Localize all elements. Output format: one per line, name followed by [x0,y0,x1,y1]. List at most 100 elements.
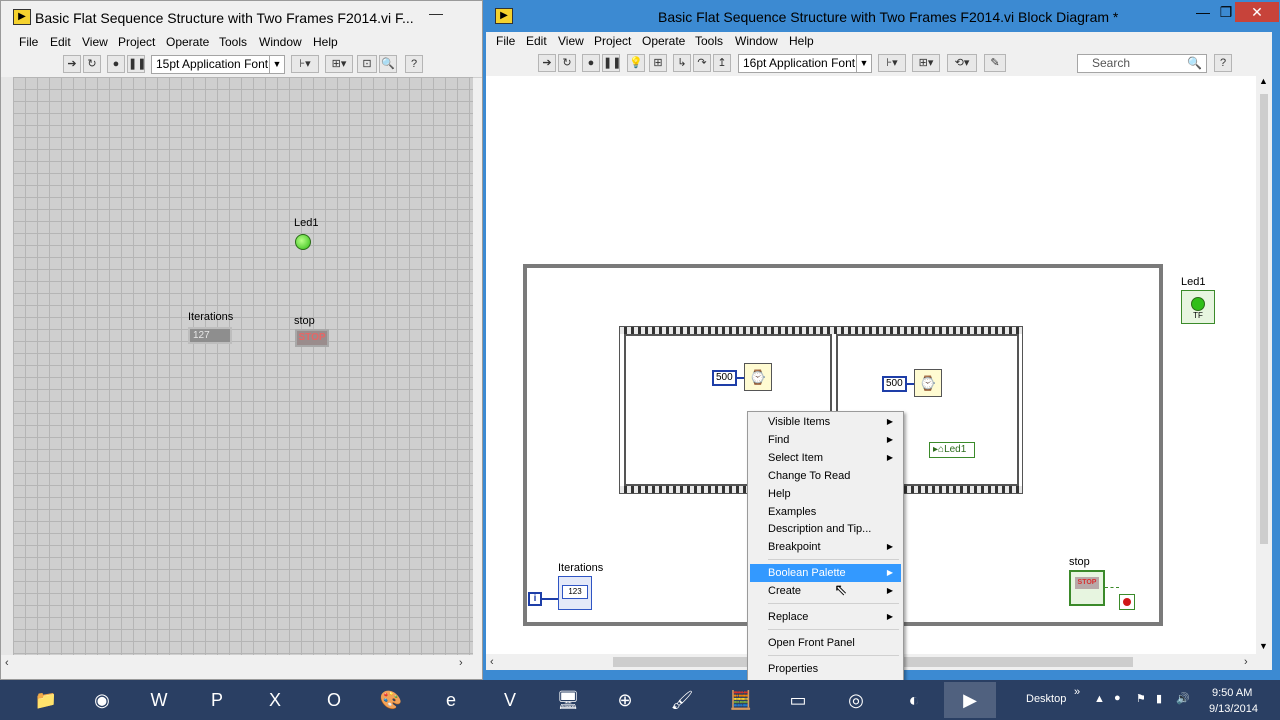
abort-icon[interactable]: ● [582,54,600,72]
cleanup-diagram-icon[interactable]: ✎ [984,54,1006,72]
stop-terminal[interactable]: STOP [1069,570,1105,606]
outlook-icon[interactable]: O [308,682,360,718]
menu-file[interactable]: File [19,35,38,49]
run-arrow-icon[interactable]: ➔ [63,55,81,73]
visio-icon[interactable]: V [484,682,536,718]
distribute-objects-icon[interactable]: ⊞▾ [325,55,353,73]
menu-view[interactable]: View [82,35,108,49]
run-continuously-icon[interactable]: ↻ [558,54,576,72]
wait-ms-constant-1[interactable]: 500 [712,370,737,386]
menu-project[interactable]: Project [118,35,155,49]
pause-icon[interactable]: ❚❚ [602,54,621,72]
abort-icon[interactable]: ● [107,55,125,73]
highlight-execution-icon[interactable]: 💡 [627,54,645,72]
volume-icon[interactable]: 🔊 [1176,692,1190,705]
menu-edit[interactable]: Edit [50,35,71,49]
distribute-objects-icon[interactable]: ⊞▾ [912,54,940,72]
stop-button[interactable]: STOP [295,329,329,347]
menu-item-create[interactable]: Create ▶ [750,582,901,600]
menu-item-find[interactable]: Find ▶ [750,431,901,449]
menu-operate[interactable]: Operate [642,34,685,48]
excel-icon[interactable]: X [249,682,301,718]
desktop-toolbar-label[interactable]: Desktop [1026,693,1066,705]
menu-view[interactable]: View [558,34,584,48]
iterations-indicator[interactable]: 127 [188,327,232,344]
menu-edit[interactable]: Edit [526,34,547,48]
menu-item-boolean-palette[interactable]: Boolean Palette ▶ [750,564,901,582]
scroll-left-icon[interactable]: ‹ [5,655,9,671]
show-hidden-icons-icon[interactable]: ▲ [1094,693,1105,705]
led1-indicator[interactable] [295,234,311,250]
scroll-left-icon[interactable]: ‹ [490,654,494,670]
green-app-icon[interactable]: ◐ [888,682,940,718]
menu-project[interactable]: Project [594,34,631,48]
font-selector[interactable]: 16pt Application Font ▼ [738,54,872,73]
network-icon[interactable]: ⊕ [599,682,651,718]
menu-item-open-front-panel[interactable]: Open Front Panel [750,634,901,652]
chrome-icon[interactable]: ◎ [830,682,882,718]
led1-terminal[interactable]: TF [1181,290,1215,324]
file-explorer-icon[interactable]: 📁 [20,682,72,718]
battery-app-icon[interactable]: ▭ [772,682,824,718]
menu-item-help[interactable]: Help [750,485,901,503]
wait-ms-function-2[interactable]: ⌚ [914,369,942,397]
block-diagram-titlebar[interactable]: ▶ Basic Flat Sequence Structure with Two… [483,0,1280,32]
powerpoint-icon[interactable]: P [191,682,243,718]
help-icon[interactable]: ? [1214,54,1232,72]
magnifier-icon[interactable]: 🔍 [379,55,397,73]
remote-desktop-icon[interactable]: 🖥 [542,682,594,718]
menu-window[interactable]: Window [259,35,302,49]
scroll-down-icon[interactable]: ▼ [1259,641,1268,651]
scroll-right-icon[interactable]: › [459,655,463,671]
menu-item-examples[interactable]: Examples [750,503,901,521]
wait-ms-function-1[interactable]: ⌚ [744,363,772,391]
paint-icon[interactable]: 🎨 [365,682,417,718]
front-panel-hscrollbar[interactable]: ‹ › [1,655,482,671]
menu-item-visible-items[interactable]: Visible Items ▶ [750,413,901,431]
app-icon-globe[interactable]: ◉ [76,682,128,718]
close-button[interactable]: ✕ [1235,2,1279,22]
clock-time[interactable]: 9:50 AM [1212,687,1252,699]
minimize-button[interactable]: — [421,3,451,23]
iterations-terminal[interactable]: 123 [558,576,592,610]
calculator-icon[interactable]: 🧮 [715,682,767,718]
internet-explorer-icon[interactable]: e [425,682,477,718]
menu-tools[interactable]: Tools [219,35,247,49]
align-objects-icon[interactable]: ⊦▾ [291,55,319,73]
menu-help[interactable]: Help [313,35,338,49]
iterations-wire[interactable] [542,598,558,600]
font-selector[interactable]: 15pt Application Font ▼ [151,55,285,74]
help-icon[interactable]: ? [405,55,423,73]
menu-item-properties[interactable]: Properties [750,660,901,678]
menu-file[interactable]: File [496,34,515,48]
palette-icon[interactable]: 🖌 [656,682,708,718]
menu-operate[interactable]: Operate [166,35,209,49]
menu-item-breakpoint[interactable]: Breakpoint ▶ [750,538,901,556]
menu-window[interactable]: Window [735,34,778,48]
tray-app-icon[interactable]: ● [1114,692,1121,704]
step-into-icon[interactable]: ↳ [673,54,691,72]
front-panel-grid-canvas[interactable] [13,77,473,655]
led1-local-variable[interactable]: ▸⌂Led1 [929,442,975,458]
front-panel-titlebar[interactable]: ▶ Basic Flat Sequence Structure with Two… [1,1,482,33]
menu-item-change-to-read[interactable]: Change To Read [750,467,901,485]
menu-tools[interactable]: Tools [695,34,723,48]
word-icon[interactable]: W [133,682,185,718]
action-center-flag-icon[interactable]: ⚑ [1136,692,1146,705]
step-out-icon[interactable]: ↥ [713,54,731,72]
resize-objects-icon[interactable]: ⊡ [357,55,377,73]
scroll-up-icon[interactable]: ▲ [1259,76,1268,86]
block-diagram-vscrollbar[interactable]: ▲ ▼ [1256,76,1272,654]
toolbar-chevron-icon[interactable]: » [1074,686,1080,698]
align-objects-icon[interactable]: ⊦▾ [878,54,906,72]
menu-item-replace[interactable]: Replace ▶ [750,608,901,626]
network-signal-icon[interactable]: ▮ [1156,692,1162,705]
run-continuously-icon[interactable]: ↻ [83,55,101,73]
search-icon[interactable]: 🔍 [1187,55,1202,72]
loop-condition-terminal[interactable] [1119,594,1135,610]
stop-wire[interactable] [1105,587,1119,589]
iteration-terminal[interactable]: i [528,592,542,606]
run-arrow-icon[interactable]: ➔ [538,54,556,72]
labview-taskbar-icon[interactable]: ▶ [944,682,996,718]
menu-item-select-item[interactable]: Select Item ▶ [750,449,901,467]
